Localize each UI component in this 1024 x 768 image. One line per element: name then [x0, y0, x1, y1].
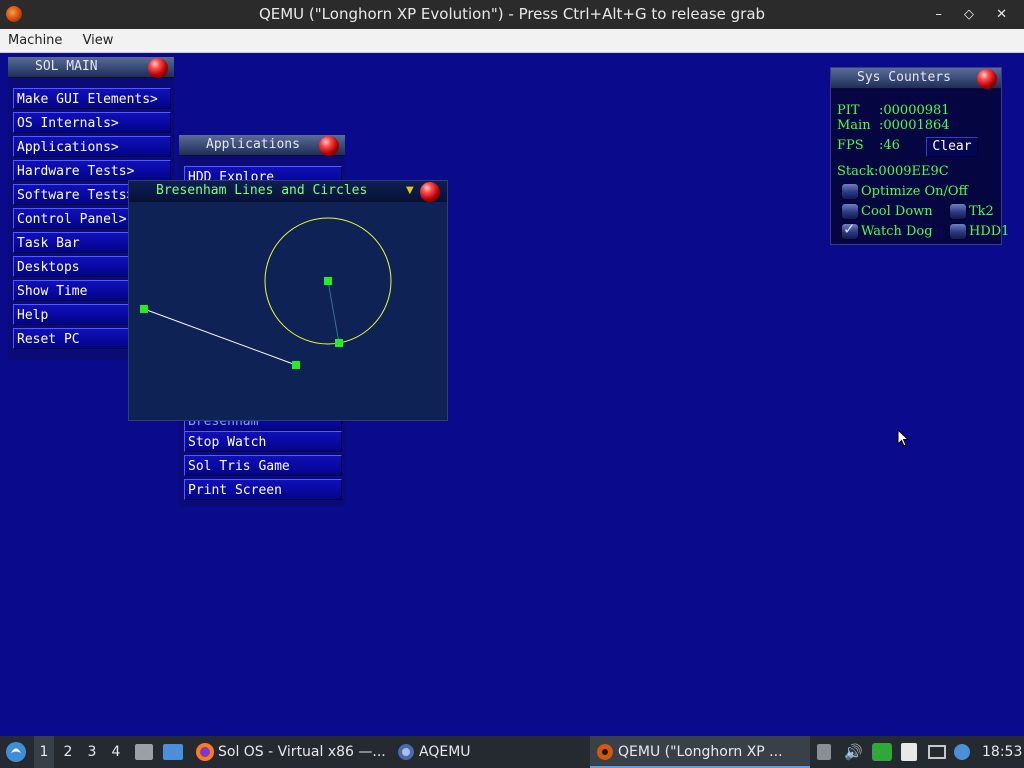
- tk2-checkbox[interactable]: [949, 203, 967, 220]
- sol-main-close-orb-icon[interactable]: [148, 58, 168, 78]
- host-title-bar: QEMU ("Longhorn XP Evolution") - Press C…: [0, 0, 1024, 29]
- workspace-label: 1: [39, 744, 49, 760]
- workspace-2[interactable]: 2: [58, 736, 78, 768]
- workspace-4[interactable]: 4: [106, 736, 126, 768]
- sol-main-title-text: SOL MAIN: [35, 59, 98, 74]
- cool-down-checkbox[interactable]: [841, 203, 859, 220]
- eject-icon[interactable]: [817, 744, 831, 760]
- menu-item-label: Show Time: [17, 284, 88, 299]
- fps-value: :46: [879, 138, 900, 153]
- workspace-label: 3: [87, 744, 97, 760]
- bresenham-title[interactable]: Bresenham Lines and Circles: [129, 181, 447, 202]
- task-label: Sol OS - Virtual x86 —...: [218, 744, 386, 760]
- pit-value: :00000981: [879, 103, 950, 118]
- menu-item-label: Sol Tris Game: [188, 459, 290, 474]
- check-mark-icon: ✓: [843, 220, 856, 238]
- window-controls[interactable]: – ◇ ✕: [935, 0, 1016, 29]
- update-icon[interactable]: [954, 744, 970, 760]
- clipboard-icon[interactable]: [901, 743, 917, 761]
- task-aqemu[interactable]: AQEMU: [394, 736, 524, 768]
- host-window-title: QEMU ("Longhorn XP Evolution") - Press C…: [258, 5, 766, 23]
- qemu-task-icon: [597, 744, 613, 760]
- main-value: :00001864: [879, 118, 950, 133]
- green-tray-icon[interactable]: [872, 743, 892, 761]
- bresenham-title-text: Bresenham Lines and Circles: [156, 183, 368, 198]
- watch-dog-label: Watch Dog: [861, 224, 933, 239]
- menu-item-label: Task Bar: [17, 236, 80, 251]
- dropdown-arrow-icon[interactable]: ▼: [406, 185, 414, 196]
- tk2-label: Tk2: [969, 204, 994, 219]
- menu-item-label: Stop Watch: [188, 435, 267, 450]
- watch-dog-checkbox[interactable]: ✓: [841, 220, 859, 240]
- menu-machine[interactable]: Machine: [0, 29, 70, 52]
- host-menu-bar: Machine View: [0, 29, 1024, 53]
- bresenham-canvas[interactable]: [129, 202, 447, 420]
- task-sol-os[interactable]: Sol OS - Virtual x86 —...: [192, 736, 388, 768]
- menu-item-label: Software Tests>: [17, 188, 135, 203]
- sys-counters-title-text: Sys Counters: [857, 70, 951, 85]
- sys-counters-close-orb-icon[interactable]: [977, 69, 997, 89]
- workspace-1[interactable]: 1: [34, 736, 54, 768]
- fps-label: FPS: [837, 138, 864, 153]
- menu-item-stop-watch[interactable]: Stop Watch: [184, 431, 342, 452]
- menu-item-label: Hardware Tests>: [17, 164, 135, 179]
- task-label: AQEMU: [419, 744, 471, 760]
- sys-counters-title[interactable]: Sys Counters: [831, 68, 1001, 89]
- qemu-app-icon: [6, 6, 22, 22]
- aqemu-icon: [398, 744, 414, 760]
- workspace-label: 4: [111, 744, 121, 760]
- menu-item-print-screen[interactable]: Print Screen: [184, 479, 342, 500]
- line-start-handle[interactable]: [140, 305, 148, 313]
- menu-item-label: Make GUI Elements>: [17, 92, 158, 107]
- menu-item-label: Print Screen: [188, 483, 282, 498]
- menu-item-label: Applications>: [17, 140, 119, 155]
- optimize-label: Optimize On/Off: [861, 184, 968, 199]
- pit-label: PIT: [837, 103, 860, 118]
- hdd1-label: HDD1: [969, 224, 1010, 239]
- file-manager-icon[interactable]: [135, 744, 153, 760]
- optimize-checkbox[interactable]: [841, 183, 859, 200]
- clear-button[interactable]: Clear: [926, 137, 978, 157]
- menu-item-label: Help: [17, 308, 49, 323]
- menu-item-os-internals[interactable]: OS Internals>: [13, 112, 171, 133]
- applications-title-text: Applications: [206, 137, 300, 152]
- menu-item-label: OS Internals>: [17, 116, 119, 131]
- bresenham-window: Bresenham Lines and Circles ▼: [128, 180, 448, 421]
- line-end-handle[interactable]: [292, 361, 300, 369]
- task-qemu-active[interactable]: QEMU ("Longhorn XP ...: [590, 736, 810, 768]
- show-desktop-icon[interactable]: [163, 744, 183, 760]
- cool-down-label: Cool Down: [861, 204, 933, 219]
- sys-counters-window: Sys Counters PIT :00000981 Main :0000186…: [830, 67, 1009, 245]
- task-label: QEMU ("Longhorn XP ...: [618, 744, 783, 760]
- mouse-cursor-icon: [897, 429, 910, 447]
- applications-close-orb-icon[interactable]: [319, 136, 339, 156]
- host-taskbar: 1 2 3 4 Sol OS - Virtual x86 —... AQEMU …: [0, 736, 1024, 768]
- firefox-icon: [196, 743, 214, 761]
- canvas-background: [129, 202, 447, 420]
- clear-button-label: Clear: [932, 139, 972, 154]
- circle-radius-handle[interactable]: [335, 339, 343, 347]
- menu-item-hardware-tests[interactable]: Hardware Tests>: [13, 160, 171, 181]
- menu-item-label: Desktops: [17, 260, 80, 275]
- menu-item-applications[interactable]: Applications>: [13, 136, 171, 157]
- start-menu-icon[interactable]: [5, 741, 27, 763]
- menu-item-sol-tris-game[interactable]: Sol Tris Game: [184, 455, 342, 476]
- workspace-3[interactable]: 3: [82, 736, 102, 768]
- menu-item-make-gui-elements[interactable]: Make GUI Elements>: [13, 88, 171, 109]
- clock[interactable]: 18:53: [982, 736, 1022, 768]
- menu-item-label: Control Panel>: [17, 212, 127, 227]
- guest-desktop: SOL MAIN Make GUI Elements> OS Internals…: [0, 53, 1024, 736]
- volume-icon[interactable]: 🔊: [844, 736, 863, 768]
- bresenham-close-orb-icon[interactable]: [420, 182, 440, 202]
- stack-readout: Stack:0009EE9C: [837, 164, 949, 179]
- network-icon[interactable]: [928, 745, 946, 759]
- workspace-label: 2: [63, 744, 73, 760]
- menu-item-label: Reset PC: [17, 332, 80, 347]
- hdd1-checkbox[interactable]: [949, 223, 967, 240]
- circle-center-handle[interactable]: [324, 277, 332, 285]
- menu-view[interactable]: View: [75, 29, 122, 52]
- main-label: Main: [837, 118, 871, 133]
